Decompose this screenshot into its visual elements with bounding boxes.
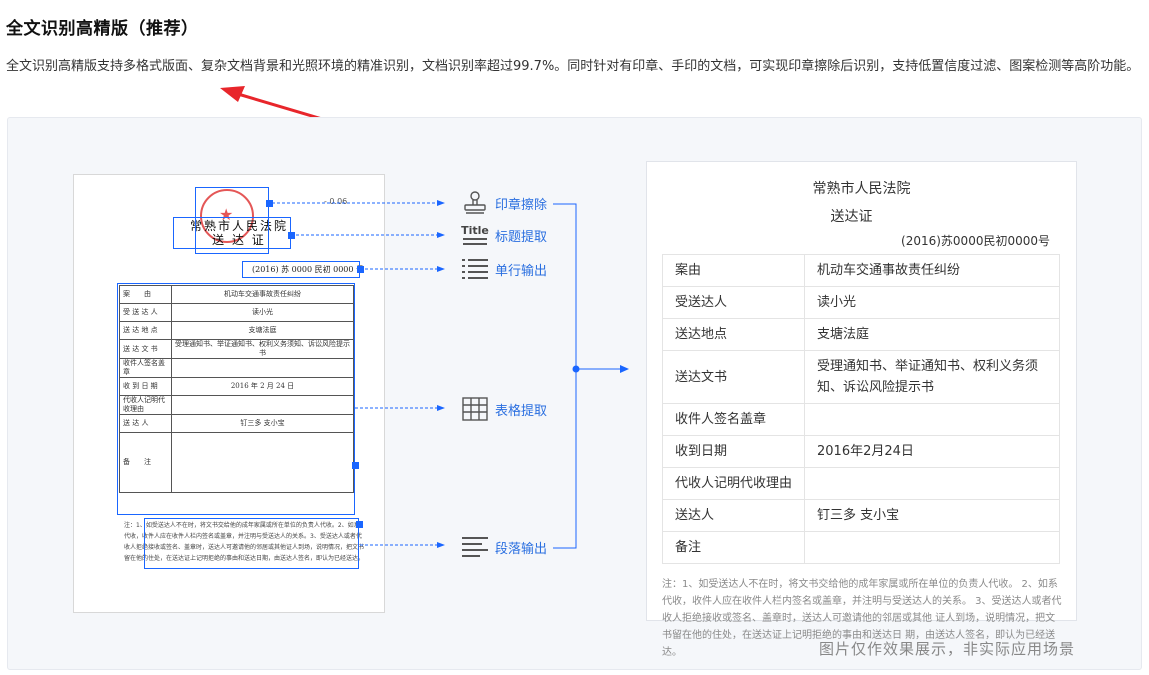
row-value — [804, 467, 1060, 500]
row-value: 读小光 — [804, 286, 1060, 319]
row-key: 代收人记明代收理由 — [662, 467, 805, 500]
row-key: 案由 — [662, 254, 805, 287]
demo-panel: - 0.06 常熟市人民法院 送 达 证 (2016) 苏 0000 民初 00… — [7, 117, 1142, 670]
feature-table-extract: 表格提取 — [461, 396, 547, 422]
row-value: 2016年2月24日 — [804, 435, 1060, 468]
row-key: 备注 — [662, 531, 805, 564]
feature-title-extract: Title 标题提取 — [461, 222, 547, 248]
table-row: 备注 — [662, 531, 1060, 564]
feature-paragraph-output: 段落输出 — [461, 534, 547, 560]
stamp-icon — [461, 190, 489, 216]
row-key: 收件人签名盖章 — [662, 403, 805, 436]
table-row: 收件人签名盖章 — [662, 403, 1060, 436]
row-key: 受送达人 — [662, 286, 805, 319]
row-value: 支塘法庭 — [804, 318, 1060, 351]
row-value — [804, 403, 1060, 436]
list-icon — [461, 256, 489, 282]
row-key: 送达地点 — [662, 318, 805, 351]
row-value: 受理通知书、举证通知书、权利义务须知、诉讼风险提示书 — [804, 350, 1060, 404]
table-row: 收到日期 2016年2月24日 — [662, 435, 1060, 468]
row-key: 送达人 — [662, 499, 805, 532]
row-value: 机动车交通事故责任纠纷 — [804, 254, 1060, 287]
table-row: 送达人 钉三多 支小宝 — [662, 499, 1060, 532]
paragraph-icon — [461, 534, 489, 560]
row-value — [804, 531, 1060, 564]
table-row: 送达地点 支塘法庭 — [662, 318, 1060, 351]
table-row: 案由 机动车交通事故责任纠纷 — [662, 254, 1060, 287]
row-key: 收到日期 — [662, 435, 805, 468]
table-row: 送达文书 受理通知书、举证通知书、权利义务须知、诉讼风险提示书 — [662, 350, 1060, 404]
table-icon — [461, 396, 489, 422]
result-doc-title: 送达证 — [830, 209, 873, 225]
table-row: 代收人记明代收理由 — [662, 467, 1060, 500]
result-court-title: 常熟市人民法院 — [812, 181, 911, 197]
result-table: 案由 机动车交通事故责任纠纷 受送达人 读小光 送达地点 支塘法庭 送达文书 受理通知书、举证… — [662, 254, 1060, 564]
table-row: 受送达人 读小光 — [662, 286, 1060, 319]
disclaimer-caption: 图片仅作效果展示，非实际应用场景 — [818, 640, 1075, 658]
result-case-number: (2016)苏0000民初0000号 — [901, 234, 1050, 248]
feature-line-output: 单行输出 — [461, 256, 547, 282]
row-key: 送达文书 — [662, 350, 805, 404]
row-value: 钉三多 支小宝 — [804, 499, 1060, 532]
feature-stamp-erase: 印章擦除 — [461, 190, 547, 216]
title-icon: Title — [461, 222, 489, 248]
section-description: 全文识别高精版支持多格式版面、复杂文档背景和光照环境的精准识别，文档识别率超过9… — [6, 59, 1140, 74]
ocr-result-card: 常熟市人民法院 送达证 (2016)苏0000民初0000号 案由 机动车交通事故… — [646, 161, 1077, 658]
section-title: 全文识别高精版（推荐） — [6, 19, 199, 39]
